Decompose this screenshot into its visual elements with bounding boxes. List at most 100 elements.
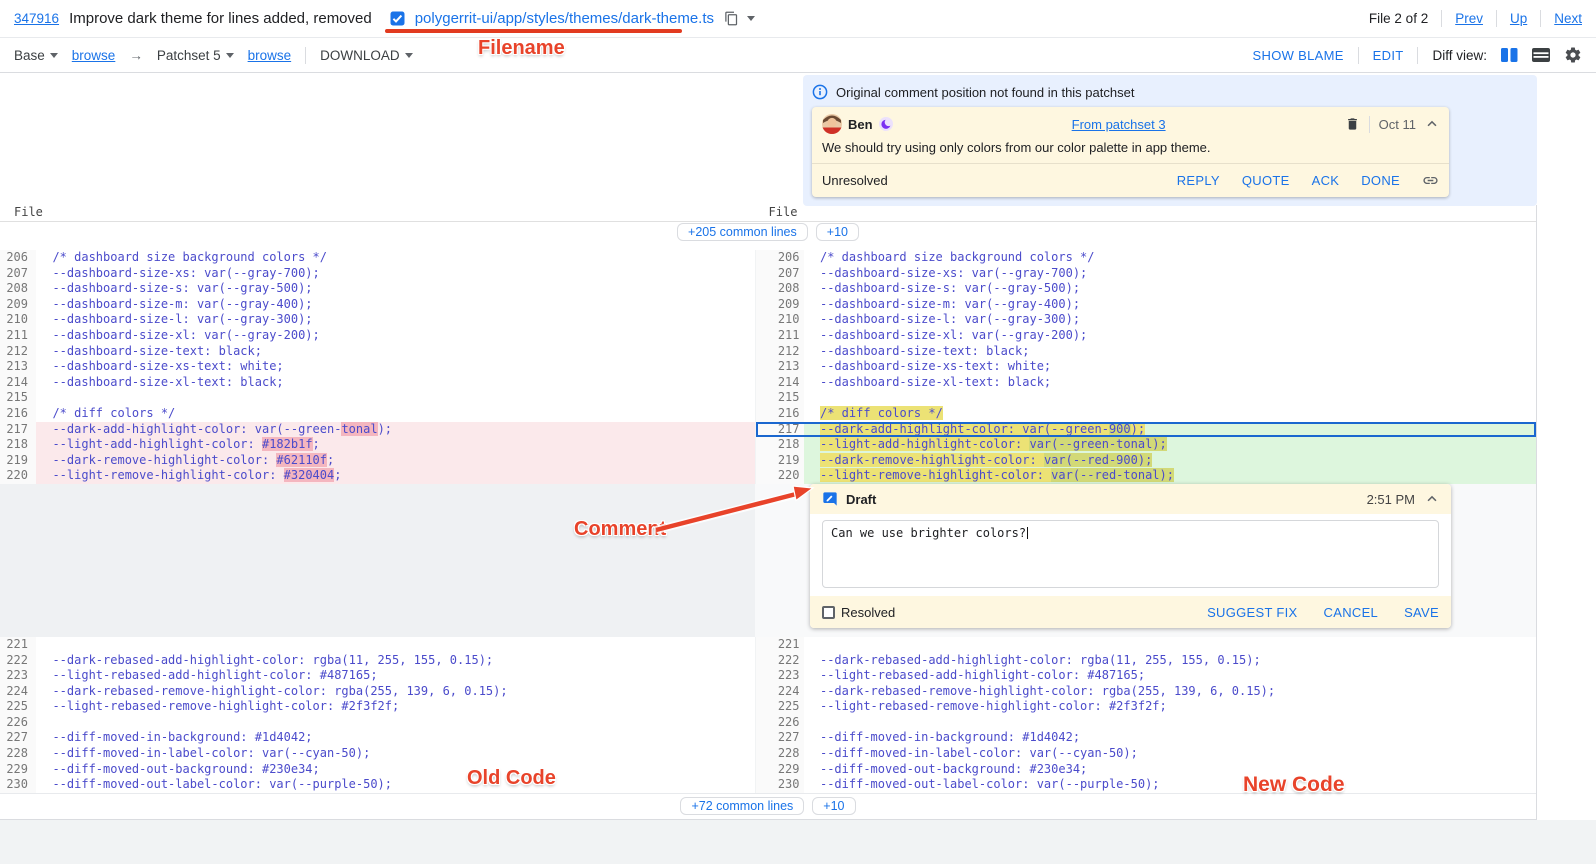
line-number[interactable]: 216 [0, 406, 36, 422]
suggest-fix-button[interactable]: SUGGEST FIX [1207, 605, 1297, 620]
change-number-link[interactable]: 347916 [14, 11, 59, 26]
code-line: --dark-rebased-remove-highlight-color: r… [804, 684, 1536, 700]
line-number[interactable]: 209 [756, 297, 804, 313]
line-number[interactable]: 210 [756, 312, 804, 328]
line-number[interactable]: 226 [756, 715, 804, 731]
diff-row-old: 206 /* dashboard size background colors … [0, 250, 755, 266]
line-number[interactable]: 217 [0, 422, 36, 438]
line-number[interactable]: 218 [756, 437, 804, 453]
line-number[interactable]: 213 [0, 359, 36, 375]
line-number[interactable]: 216 [756, 406, 804, 422]
unified-view-button[interactable] [1532, 48, 1550, 62]
base-patch-dropdown[interactable]: Base [14, 48, 58, 63]
line-number[interactable]: 230 [0, 777, 36, 793]
line-number[interactable]: 224 [756, 684, 804, 700]
line-number[interactable]: 209 [0, 297, 36, 313]
diff-left-side-bottom: 221222 --dark-rebased-add-highlight-colo… [0, 637, 755, 793]
line-number[interactable]: 222 [0, 653, 36, 669]
show-blame-button[interactable]: SHOW BLAME [1253, 48, 1344, 63]
line-number[interactable]: 221 [0, 637, 36, 653]
line-number[interactable]: 229 [756, 762, 804, 778]
prev-file-link[interactable]: Prev [1455, 11, 1483, 26]
patchset-dropdown[interactable]: Patchset 5 [157, 48, 234, 63]
done-button[interactable]: DONE [1361, 173, 1400, 188]
line-number[interactable]: 212 [756, 344, 804, 360]
code-line: --dark-add-highlight-color: var(--green-… [36, 422, 755, 438]
diff-row-new: 222 --dark-rebased-add-highlight-color: … [756, 653, 1536, 669]
line-number[interactable]: 228 [756, 746, 804, 762]
line-number[interactable]: 212 [0, 344, 36, 360]
copy-comment-link-button[interactable] [1422, 172, 1439, 189]
collapse-comment-button[interactable] [1425, 117, 1439, 131]
save-button[interactable]: SAVE [1404, 605, 1439, 620]
line-number[interactable]: 206 [0, 250, 36, 266]
line-number[interactable]: 215 [756, 390, 804, 406]
side-by-side-view-button[interactable] [1501, 48, 1518, 62]
line-number[interactable]: 215 [0, 390, 36, 406]
code-line: --light-rebased-add-highlight-color: #48… [804, 668, 1536, 684]
line-number[interactable]: 230 [756, 777, 804, 793]
ack-button[interactable]: ACK [1312, 173, 1340, 188]
line-number[interactable]: 220 [0, 468, 36, 484]
diff-row-old: 209 --dashboard-size-m: var(--gray-400); [0, 297, 755, 313]
line-number[interactable]: 223 [0, 668, 36, 684]
line-number[interactable]: 214 [756, 375, 804, 391]
diff-row-new: 207 --dashboard-size-xs: var(--gray-700)… [756, 266, 1536, 282]
browse-patchset-link[interactable]: browse [248, 48, 292, 63]
cancel-button[interactable]: CANCEL [1324, 605, 1379, 620]
delete-comment-button[interactable] [1345, 116, 1360, 132]
file-path-link[interactable]: polygerrit-ui/app/styles/themes/dark-the… [415, 10, 714, 27]
code-line: --dashboard-size-xl-text: black; [804, 375, 1536, 391]
line-number[interactable]: 207 [0, 266, 36, 282]
line-number[interactable]: 229 [0, 762, 36, 778]
next-file-link[interactable]: Next [1554, 11, 1582, 26]
from-patchset-link[interactable]: From patchset 3 [1072, 117, 1166, 132]
line-number[interactable]: 225 [0, 699, 36, 715]
reviewed-checkbox[interactable] [390, 11, 405, 26]
line-number[interactable]: 223 [756, 668, 804, 684]
diff-preferences-button[interactable] [1564, 46, 1582, 64]
file-dropdown-caret-icon[interactable] [747, 16, 755, 21]
collapse-draft-button[interactable] [1425, 492, 1439, 506]
line-number[interactable]: 213 [756, 359, 804, 375]
browse-base-link[interactable]: browse [72, 48, 116, 63]
line-number[interactable]: 206 [756, 250, 804, 266]
expand-common-lines-bottom-button[interactable]: +72 common lines [680, 797, 804, 815]
copy-path-button[interactable] [724, 11, 739, 26]
line-number[interactable]: 208 [0, 281, 36, 297]
line-number[interactable]: 219 [0, 453, 36, 469]
line-number[interactable]: 221 [756, 637, 804, 653]
diff-row-old: 208 --dashboard-size-s: var(--gray-500); [0, 281, 755, 297]
draft-body: Can we use brighter colors? [810, 514, 1451, 596]
edit-button[interactable]: EDIT [1373, 48, 1404, 63]
line-number[interactable]: 210 [0, 312, 36, 328]
arrow-right-glyph: → [129, 48, 143, 63]
line-number[interactable]: 218 [0, 437, 36, 453]
line-number[interactable]: 225 [756, 699, 804, 715]
line-number[interactable]: 207 [756, 266, 804, 282]
comment-date: Oct 11 [1379, 117, 1416, 132]
line-number[interactable]: 226 [0, 715, 36, 731]
line-number[interactable]: 217 [756, 422, 804, 438]
expand-ten-lines-bottom-button[interactable]: +10 [812, 797, 855, 815]
download-dropdown[interactable]: DOWNLOAD [320, 48, 413, 63]
line-number[interactable]: 211 [756, 328, 804, 344]
expand-ten-lines-top-button[interactable]: +10 [816, 223, 859, 241]
line-number[interactable]: 224 [0, 684, 36, 700]
up-link[interactable]: Up [1510, 11, 1527, 26]
line-number[interactable]: 211 [0, 328, 36, 344]
expand-common-lines-top-button[interactable]: +205 common lines [677, 223, 808, 241]
line-number[interactable]: 208 [756, 281, 804, 297]
resolved-checkbox[interactable] [822, 606, 835, 619]
reply-button[interactable]: REPLY [1177, 173, 1220, 188]
line-number[interactable]: 214 [0, 375, 36, 391]
quote-button[interactable]: QUOTE [1242, 173, 1290, 188]
diff-row-old: 215 [0, 390, 755, 406]
code-line: /* dashboard size background colors */ [804, 250, 1536, 266]
draft-textarea[interactable]: Can we use brighter colors? [822, 520, 1439, 588]
line-number[interactable]: 227 [756, 730, 804, 746]
line-number[interactable]: 228 [0, 746, 36, 762]
line-number[interactable]: 222 [756, 653, 804, 669]
line-number[interactable]: 227 [0, 730, 36, 746]
line-number[interactable]: 219 [756, 453, 804, 469]
